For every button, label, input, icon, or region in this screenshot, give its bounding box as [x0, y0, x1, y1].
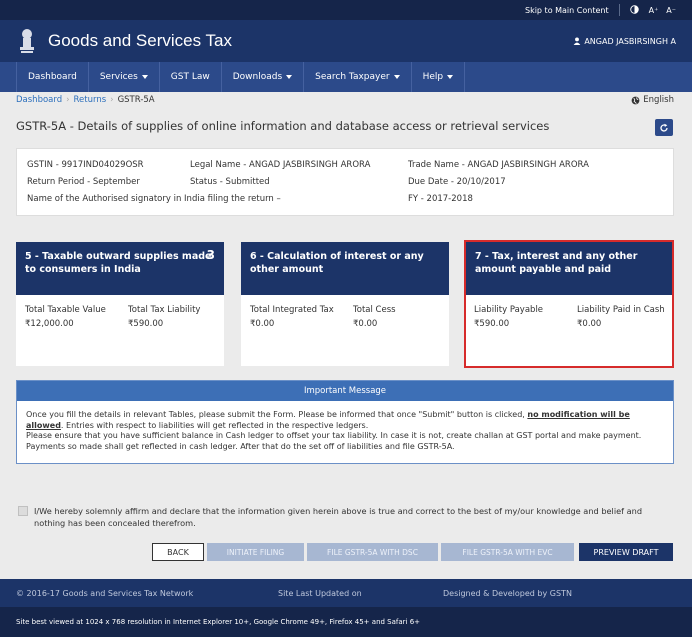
important-message: Important Message Once you fill the deta…: [16, 380, 674, 464]
nav-downloads[interactable]: Downloads: [222, 62, 305, 92]
emblem-icon: [16, 26, 38, 56]
last-updated: Site Last Updated on: [278, 588, 362, 598]
refresh-icon: [660, 123, 668, 132]
tile-table-6[interactable]: 6 - Calculation of interest or any other…: [241, 242, 449, 366]
site-title: Goods and Services Tax: [48, 31, 232, 50]
tile-body: Liability Payable ₹590.00 Liability Paid…: [466, 295, 672, 366]
status: Status - Submitted: [190, 177, 270, 187]
main-nav: Dashboard Services GST Law Downloads Sea…: [0, 62, 692, 92]
breadcrumb: Dashboard › Returns › GSTR-5A: [16, 95, 155, 105]
top-utility-bar: Skip to Main Content A⁺ A⁻: [0, 0, 692, 20]
page-title: GSTR-5A - Details of supplies of online …: [16, 119, 550, 133]
tile-key: Total Cess: [353, 305, 396, 315]
tile-value: ₹12,000.00: [25, 319, 74, 329]
user-menu[interactable]: ANGAD JASBIRSINGH A: [573, 37, 676, 46]
chevron-down-icon: [447, 75, 454, 79]
site-footer: © 2016-17 Goods and Services Tax Network…: [0, 579, 692, 607]
tile-table-7[interactable]: 7 - Tax, interest and any other amount p…: [464, 240, 674, 368]
message-text: Please ensure that you have sufficient b…: [26, 431, 642, 451]
tile-body: Total Integrated Tax ₹0.00 Total Cess ₹0…: [241, 295, 449, 366]
globe-icon: [631, 96, 640, 104]
font-increase-button[interactable]: A⁺: [649, 6, 659, 15]
initiate-filing-button[interactable]: INITIATE FILING: [207, 543, 304, 561]
message-text: . Entries with respect to liabilities wi…: [60, 420, 369, 430]
tile-key: Total Integrated Tax: [250, 305, 334, 315]
tile-table-5[interactable]: 5 - Taxable outward supplies made to con…: [16, 242, 224, 366]
tile-key: Total Tax Liability: [128, 305, 201, 315]
file-with-dsc-button[interactable]: FILE GSTR-5A WITH DSC: [307, 543, 438, 561]
tile-header: 6 - Calculation of interest or any other…: [241, 242, 449, 295]
chevron-down-icon: [141, 75, 148, 79]
trade-name: Trade Name - ANGAD JASBIRSINGH ARORA: [408, 160, 589, 170]
breadcrumb-separator: ›: [66, 95, 70, 105]
nav-dashboard[interactable]: Dashboard: [16, 62, 89, 92]
tile-key: Liability Payable: [474, 305, 544, 315]
contrast-toggle-icon[interactable]: [629, 4, 639, 16]
user-icon: [573, 37, 581, 45]
nav-label: Services: [99, 72, 138, 82]
nav-gst-law[interactable]: GST Law: [160, 62, 222, 92]
return-period: Return Period - September: [27, 177, 140, 187]
authorised-signatory: Name of the Authorised signatory in Indi…: [27, 194, 281, 204]
nav-search-taxpayer[interactable]: Search Taxpayer: [304, 62, 412, 92]
tile-title: 5 - Taxable outward supplies made to con…: [25, 251, 212, 275]
nav-help[interactable]: Help: [412, 62, 466, 92]
tile-value: ₹0.00: [353, 319, 378, 329]
message-text: Once you fill the details in relevant Ta…: [26, 410, 525, 419]
tile-key: Liability Paid in Cash: [577, 305, 665, 315]
breadcrumb-current: GSTR-5A: [117, 95, 155, 105]
tile-title: 7 - Tax, interest and any other amount p…: [475, 251, 638, 275]
nav-label: GST Law: [170, 72, 210, 82]
due-date: Due Date - 20/10/2017: [408, 177, 506, 187]
nav-label: Dashboard: [28, 72, 77, 82]
skip-to-main-link[interactable]: Skip to Main Content: [525, 6, 609, 15]
taxpayer-info-panel: GSTIN - 9917IND04029OSR Legal Name - ANG…: [16, 148, 674, 216]
nav-label: Downloads: [232, 72, 283, 82]
site-header: Goods and Services Tax ANGAD JASBIRSINGH…: [0, 20, 692, 62]
browser-note-bar: Site best viewed at 1024 x 768 resolutio…: [0, 607, 692, 637]
back-button[interactable]: BACK: [152, 543, 204, 561]
preview-draft-button[interactable]: PREVIEW DRAFT: [579, 543, 673, 561]
financial-year: FY - 2017-2018: [408, 194, 473, 204]
tile-key: Total Taxable Value: [25, 305, 106, 315]
copyright: © 2016-17 Goods and Services Tax Network: [16, 588, 194, 598]
breadcrumb-returns[interactable]: Returns: [74, 95, 107, 105]
tile-value: ₹0.00: [577, 319, 602, 329]
message-header: Important Message: [17, 381, 673, 401]
tile-value: ₹0.00: [250, 319, 275, 329]
legal-name: Legal Name - ANGAD JASBIRSINGH ARORA: [190, 160, 371, 170]
tile-header: 5 - Taxable outward supplies made to con…: [16, 242, 224, 295]
declaration: I/We hereby solemnly affirm and declare …: [18, 505, 668, 529]
tile-header: 7 - Tax, interest and any other amount p…: [466, 242, 672, 295]
chevron-down-icon: [286, 75, 293, 79]
language-label: English: [643, 95, 674, 105]
language-selector[interactable]: English: [631, 95, 674, 105]
breadcrumb-separator: ›: [110, 95, 114, 105]
file-with-evc-button[interactable]: FILE GSTR-5A WITH EVC: [441, 543, 574, 561]
divider: [618, 4, 620, 16]
declaration-checkbox[interactable]: [18, 506, 28, 516]
tile-title: 6 - Calculation of interest or any other…: [250, 251, 424, 275]
user-name: ANGAD JASBIRSINGH A: [584, 36, 676, 46]
browser-note: Site best viewed at 1024 x 768 resolutio…: [16, 618, 421, 626]
designed-by: Designed & Developed by GSTN: [443, 588, 572, 598]
tile-value: ₹590.00: [474, 319, 510, 329]
tile-value: ₹590.00: [128, 319, 164, 329]
nav-services[interactable]: Services: [89, 62, 160, 92]
declaration-text: I/We hereby solemnly affirm and declare …: [34, 506, 643, 528]
nav-label: Search Taxpayer: [315, 72, 390, 82]
tile-body: Total Taxable Value ₹12,000.00 Total Tax…: [16, 295, 224, 366]
gstin: GSTIN - 9917IND04029OSR: [27, 160, 144, 170]
tile-badge: 3: [206, 248, 215, 262]
breadcrumb-dashboard[interactable]: Dashboard: [16, 95, 62, 105]
font-decrease-button[interactable]: A⁻: [666, 6, 676, 15]
nav-label: Help: [422, 72, 444, 82]
chevron-down-icon: [393, 75, 400, 79]
refresh-button[interactable]: [655, 119, 673, 136]
message-body: Once you fill the details in relevant Ta…: [17, 401, 673, 452]
